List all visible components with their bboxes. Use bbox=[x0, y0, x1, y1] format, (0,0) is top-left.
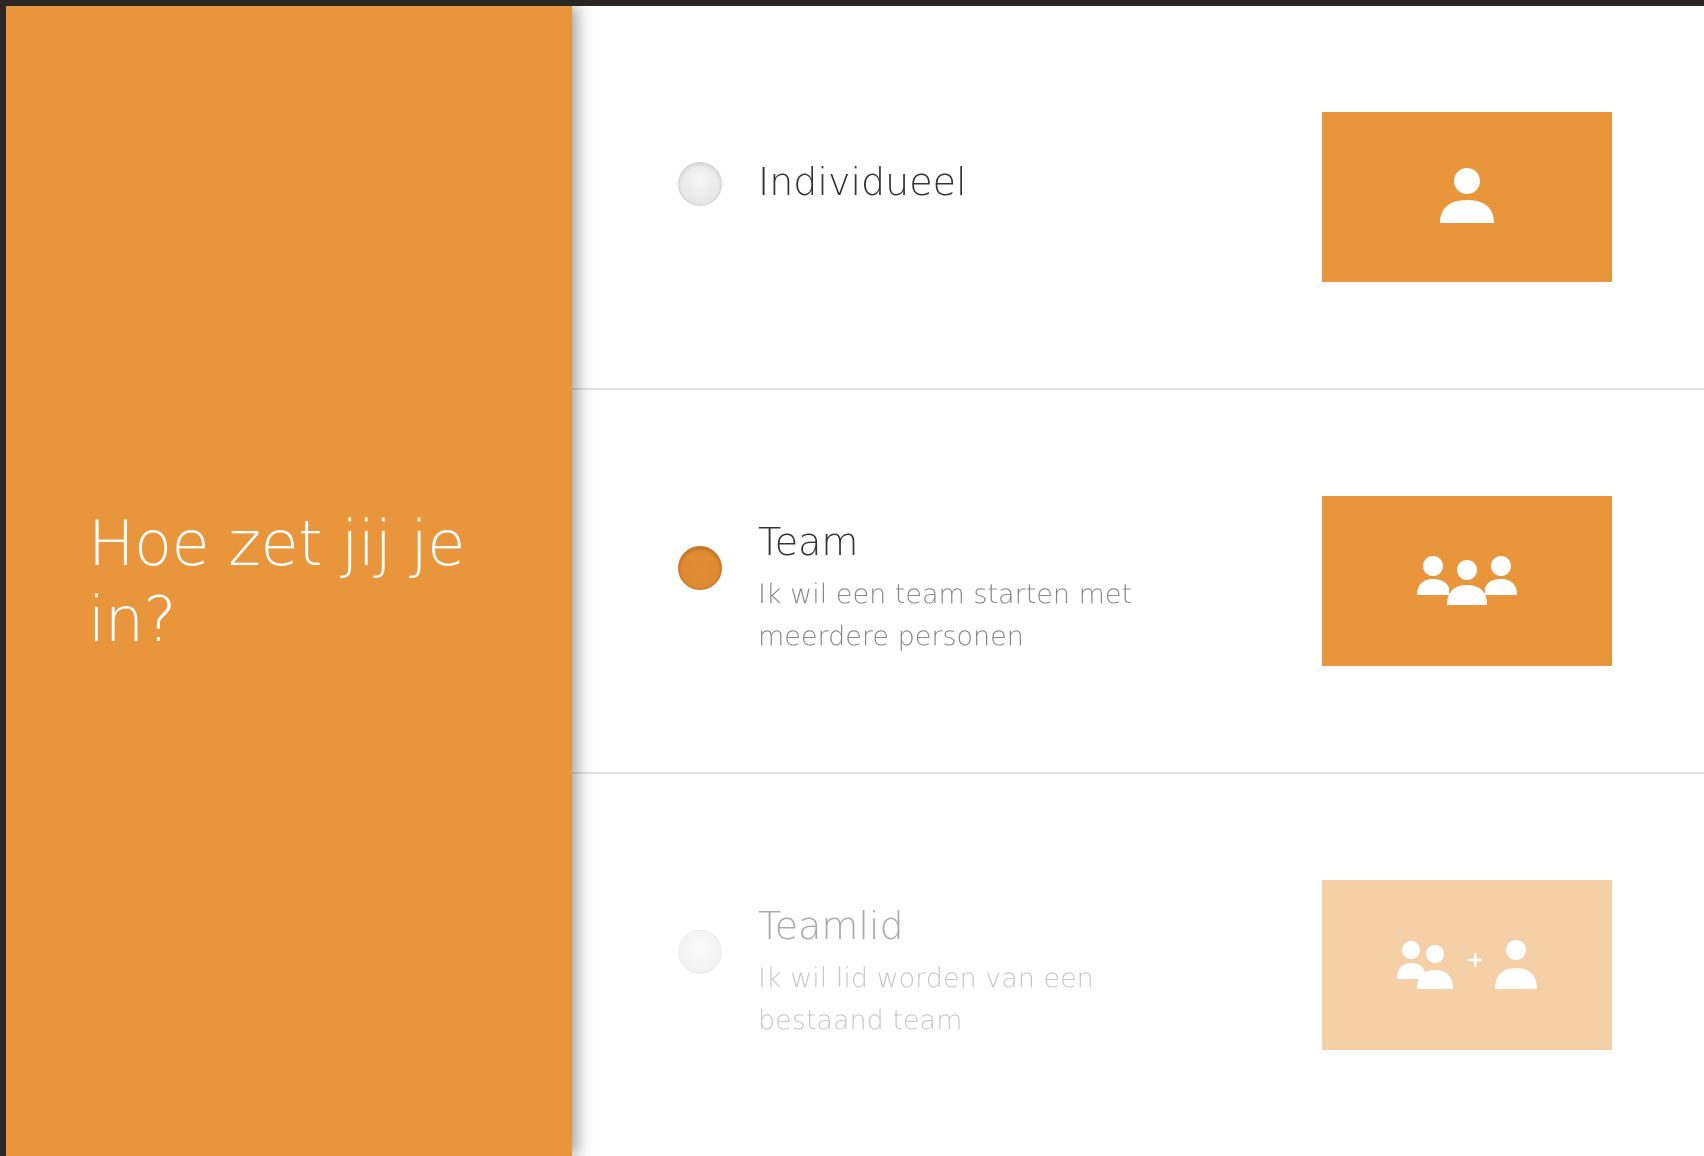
app-frame: Hoe zet jij je in? Individueel Team Ik w… bbox=[6, 6, 1704, 1156]
option-teamlid: Teamlid Ik wil lid worden van een bestaa… bbox=[572, 774, 1704, 1156]
group-icon bbox=[1417, 556, 1517, 605]
tile-team[interactable] bbox=[1322, 496, 1612, 666]
option-description: Ik wil lid worden van een bestaand team bbox=[758, 963, 1094, 1036]
question-panel: Hoe zet jij je in? bbox=[6, 6, 572, 1156]
tile-teamlid bbox=[1322, 880, 1612, 1050]
radio-individueel[interactable] bbox=[678, 162, 722, 206]
option-title: Individueel bbox=[758, 160, 967, 204]
group-add-person-icon bbox=[1397, 940, 1537, 989]
radio-team[interactable] bbox=[678, 546, 722, 590]
single-person-icon bbox=[1440, 168, 1494, 223]
option-team[interactable]: Team Ik wil een team starten met meerder… bbox=[572, 390, 1704, 774]
option-description: Ik wil een team starten met meerdere per… bbox=[758, 579, 1133, 652]
option-title: Teamlid bbox=[758, 904, 904, 948]
option-title: Team bbox=[758, 520, 859, 564]
options-list: Individueel Team Ik wil een team starten… bbox=[572, 6, 1704, 1156]
option-individueel[interactable]: Individueel bbox=[572, 6, 1704, 390]
question-heading: Hoe zet jij je in? bbox=[88, 507, 465, 656]
radio-teamlid bbox=[678, 930, 722, 974]
tile-individueel[interactable] bbox=[1322, 112, 1612, 282]
